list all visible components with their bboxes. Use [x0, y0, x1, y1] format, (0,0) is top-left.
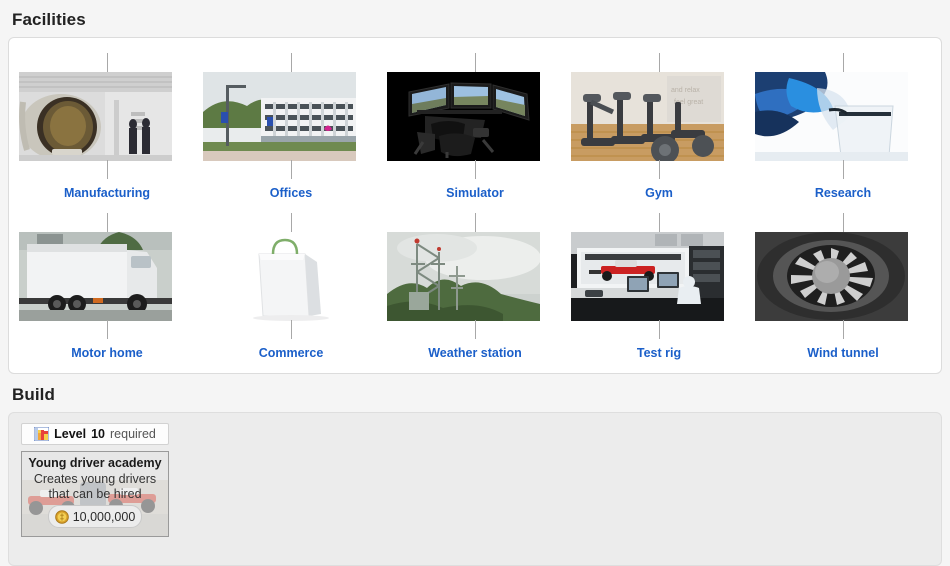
facility-thumbnail-motor-home	[19, 213, 195, 339]
facilities-panel: Manufacturing Offices Simulator and rela…	[8, 37, 942, 374]
chart-icon	[34, 427, 50, 441]
build-card-description: Creates young drivers that can be hired	[33, 472, 157, 501]
facility-thumbnail-offices	[203, 53, 379, 179]
facility-thumbnail-wind-tunnel	[755, 213, 931, 339]
build-card-content: Young driver academy Creates young drive…	[22, 452, 168, 528]
facility-thumbnail-manufacturing	[19, 53, 195, 179]
facility-item-wind-tunnel[interactable]: Wind tunnel	[751, 207, 935, 367]
facility-item-gym[interactable]: and relax feel great Gym	[567, 47, 751, 207]
build-body: Level 10 required Young driver academy C…	[9, 413, 941, 565]
facility-label: Simulator	[446, 186, 504, 200]
facility-item-manufacturing[interactable]: Manufacturing	[15, 47, 199, 207]
facility-label: Test rig	[636, 346, 682, 360]
facility-thumbnail-weather-station	[387, 213, 563, 339]
level-label-suffix: required	[110, 427, 156, 441]
facility-grid: Manufacturing Offices Simulator and rela…	[9, 38, 941, 373]
build-card-price-value: 10,000,000	[72, 509, 136, 524]
level-label-prefix: Level	[54, 427, 87, 441]
facility-label: Weather station	[428, 346, 522, 360]
facility-label: Wind tunnel	[807, 346, 879, 360]
facility-thumbnail-test-rig	[571, 213, 747, 339]
facilities-page: Facilities Manufacturing Offices Simulat…	[0, 0, 950, 566]
build-panel: Level 10 required Young driver academy C…	[8, 412, 942, 566]
page-title: Facilities	[12, 10, 86, 29]
facility-label: Offices	[269, 186, 313, 200]
svg-text:and relax: and relax	[671, 87, 700, 94]
facility-label: Manufacturing	[63, 186, 151, 200]
build-heading: Build	[12, 385, 55, 404]
build-column: Level 10 required Young driver academy C…	[21, 423, 169, 537]
facility-thumbnail-gym: and relax feel great	[571, 53, 747, 179]
facility-label: Research	[814, 186, 872, 200]
facility-item-weather-station[interactable]: Weather station	[383, 207, 567, 367]
build-card-title: Young driver academy	[28, 456, 162, 470]
build-card-price[interactable]: 10,000,000	[48, 505, 142, 528]
facility-thumbnail-research	[755, 53, 931, 179]
level-number: 10	[91, 427, 105, 441]
facility-thumbnail-commerce	[203, 213, 379, 339]
coin-icon	[54, 509, 69, 524]
facility-item-motor-home[interactable]: Motor home	[15, 207, 199, 367]
facility-item-simulator[interactable]: Simulator	[383, 47, 567, 207]
facility-item-offices[interactable]: Offices	[199, 47, 383, 207]
facility-item-commerce[interactable]: Commerce	[199, 207, 383, 367]
facility-item-research[interactable]: Research	[751, 47, 935, 207]
facility-thumbnail-simulator	[387, 53, 563, 179]
facility-item-test-rig[interactable]: Test rig	[567, 207, 751, 367]
facility-label: Commerce	[258, 346, 324, 360]
build-card-young-driver-academy[interactable]: Young driver academy Creates young drive…	[21, 451, 169, 537]
facility-label: Motor home	[71, 346, 143, 360]
level-requirement-badge: Level 10 required	[21, 423, 169, 445]
facility-label: Gym	[645, 186, 673, 200]
